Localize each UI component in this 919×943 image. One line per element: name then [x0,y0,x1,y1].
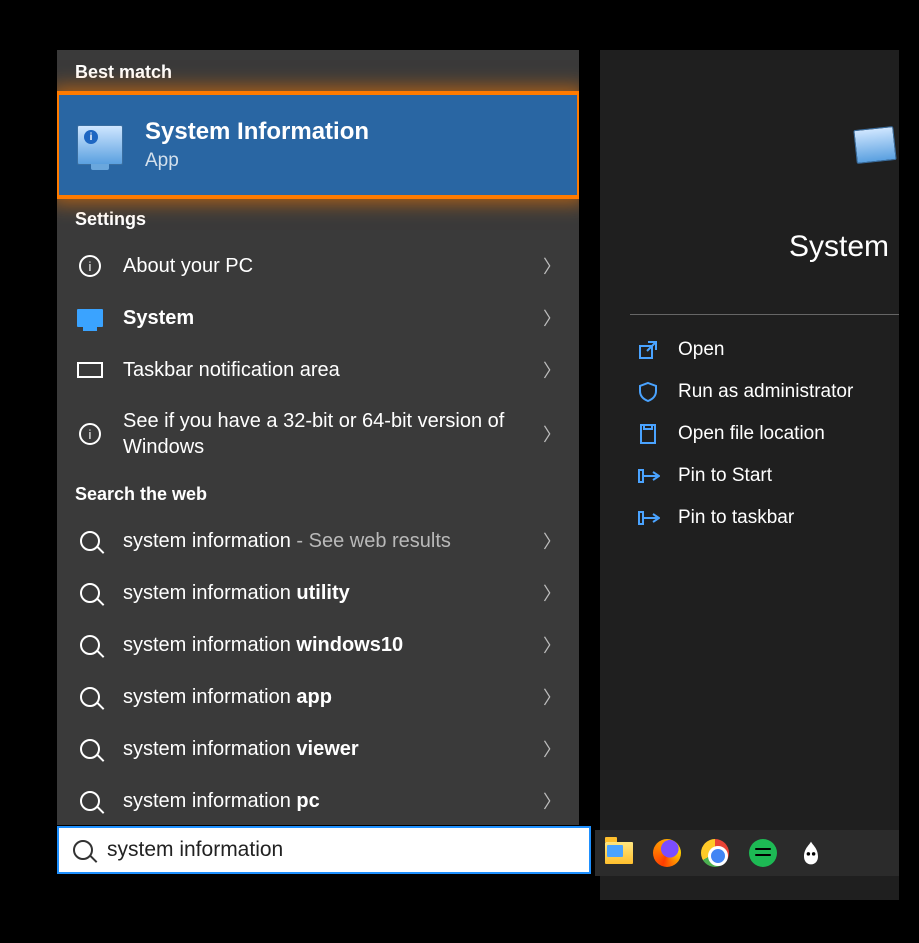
search-box[interactable]: system information [57,826,591,874]
search-icon [80,635,100,655]
action-label: Pin to taskbar [678,507,794,529]
settings-result-1[interactable]: System 〉 [57,292,579,344]
search-icon [80,791,100,811]
search-query[interactable]: system information [107,838,283,862]
best-match-header: Best match [57,50,579,93]
search-icon [73,840,93,860]
taskbar-spotify[interactable] [745,835,781,871]
web-result-4[interactable]: system information viewer 〉 [57,723,579,775]
web-result-1[interactable]: system information utility 〉 [57,567,579,619]
chevron-right-icon: 〉 [543,253,561,279]
web-result-2[interactable]: system information windows10 〉 [57,619,579,671]
action-label: Open file location [678,423,825,445]
action-pin-start[interactable]: Pin to Start [600,455,899,497]
taskbar-file-explorer[interactable] [601,835,637,871]
file-explorer-icon [605,842,633,864]
action-label: Pin to Start [678,465,772,487]
web-result-label: system information windows10 [123,632,525,658]
settings-result-label: See if you have a 32-bit or 64-bit versi… [123,408,525,460]
best-match-result[interactable]: System Information App [57,93,579,197]
chevron-right-icon: 〉 [543,736,561,762]
search-icon [80,739,100,759]
web-result-label: system information app [123,684,525,710]
taskbar-foobar2000[interactable] [793,835,829,871]
chevron-right-icon: 〉 [543,305,561,331]
action-shield[interactable]: Run as administrator [600,371,899,413]
info-icon: i [79,423,101,445]
settings-result-2[interactable]: Taskbar notification area 〉 [57,344,579,396]
chevron-right-icon: 〉 [543,421,561,447]
detail-divider [630,314,899,315]
system-information-icon [77,125,123,165]
foobar2000-icon [797,839,825,867]
action-open[interactable]: Open [600,329,899,371]
search-results-panel: Best match System Information App Settin… [57,50,579,825]
chevron-right-icon: 〉 [543,632,561,658]
action-pin-task[interactable]: Pin to taskbar [600,497,899,539]
detail-pane: System Open Run as administrator Open file… [600,50,899,900]
settings-result-0[interactable]: i About your PC 〉 [57,240,579,292]
spotify-icon [749,839,777,867]
detail-app-icon [853,126,896,164]
search-icon [80,687,100,707]
action-label: Run as administrator [678,381,853,403]
web-result-5[interactable]: system information pc 〉 [57,775,579,825]
chrome-icon [701,839,729,867]
shield-icon [636,381,660,403]
web-result-3[interactable]: system information app 〉 [57,671,579,723]
chevron-right-icon: 〉 [543,580,561,606]
search-icon [80,531,100,551]
chevron-right-icon: 〉 [543,684,561,710]
best-match-subtitle: App [145,150,369,172]
info-icon: i [79,255,101,277]
chevron-right-icon: 〉 [543,357,561,383]
settings-result-3[interactable]: i See if you have a 32-bit or 64-bit vers… [57,396,579,472]
firefox-icon [653,839,681,867]
chevron-right-icon: 〉 [543,788,561,814]
detail-title: System [600,230,899,264]
search-icon [80,583,100,603]
action-label: Open [678,339,724,361]
taskbar-chrome[interactable] [697,835,733,871]
web-result-label: system information - See web results [123,528,525,554]
action-folder[interactable]: Open file location [600,413,899,455]
chevron-right-icon: 〉 [543,528,561,554]
taskbar-firefox[interactable] [649,835,685,871]
web-header: Search the web [57,472,579,515]
open-icon [636,339,660,361]
folder-icon [636,423,660,445]
pc-icon [77,309,103,327]
pin-task-icon [636,508,660,528]
settings-result-label: System [123,305,525,331]
pin-start-icon [636,466,660,486]
web-result-0[interactable]: system information - See web results 〉 [57,515,579,567]
rect-icon [77,362,103,378]
web-result-label: system information pc [123,788,525,814]
taskbar [595,830,899,876]
web-result-label: system information utility [123,580,525,606]
settings-result-label: Taskbar notification area [123,357,525,383]
settings-result-label: About your PC [123,253,525,279]
settings-header: Settings [57,197,579,240]
best-match-title: System Information [145,118,369,146]
web-result-label: system information viewer [123,736,525,762]
